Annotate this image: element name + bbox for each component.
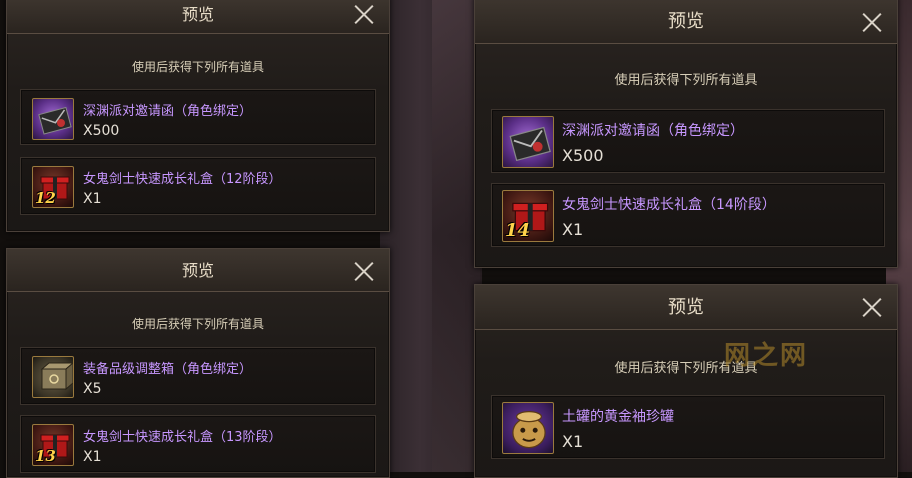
tier-label: 14 [505, 220, 531, 241]
item-quantity: X1 [562, 220, 584, 239]
preview-dialog: 预览 使用后获得下列所有道具 深渊派对邀请函（角色绑定） X500 14 女鬼剑… [474, 0, 898, 268]
tier-label: 12 [35, 189, 56, 207]
close-icon[interactable] [861, 11, 883, 33]
dialog-subtitle: 使用后获得下列所有道具 [131, 60, 264, 74]
tier-label: 13 [35, 447, 56, 465]
reward-item[interactable]: 12 女鬼剑士快速成长礼盒（12阶段） X1 [20, 157, 376, 215]
reward-item[interactable]: 深渊派对邀请函（角色绑定） X500 [491, 109, 885, 173]
preview-dialog: 预览 使用后获得下列所有道具 深渊派对邀请函（角色绑定） X500 12 女鬼剑… [6, 0, 390, 232]
invitation-icon [509, 126, 551, 162]
dialog-header: 预览 [7, 0, 389, 34]
item-name: 深渊派对邀请函（角色绑定） [83, 104, 253, 119]
golden-jar-icon [512, 411, 546, 449]
item-quantity: X1 [83, 449, 102, 465]
equipment-box-icon [32, 356, 74, 398]
gift-box-icon: 12 [32, 166, 74, 208]
item-quantity: X500 [83, 123, 120, 139]
invitation-icon [502, 116, 554, 168]
gift-box-icon: 14 [502, 190, 554, 242]
watermark: 网之网 [724, 341, 809, 371]
invitation-icon [38, 106, 72, 135]
dialog-title: 预览 [181, 261, 214, 280]
item-name: 女鬼剑士快速成长礼盒（13阶段） [83, 430, 282, 445]
dialog-title: 预览 [668, 11, 704, 32]
item-name: 装备品级调整箱（角色绑定） [83, 362, 253, 377]
close-icon[interactable] [353, 3, 375, 25]
preview-dialog: 预览 使用后获得下列所有道具 装备品级调整箱（角色绑定） X5 13 女鬼剑士快… [6, 248, 390, 478]
close-icon[interactable] [353, 260, 375, 282]
gift-box-icon: 13 [32, 424, 74, 466]
item-quantity: X1 [562, 432, 584, 451]
dialog-subtitle: 使用后获得下列所有道具 [131, 317, 264, 331]
item-name: 女鬼剑士快速成长礼盒（12阶段） [83, 172, 282, 187]
golden-jar-icon [502, 402, 554, 454]
dialog-title: 预览 [668, 297, 704, 318]
item-quantity: X1 [83, 191, 102, 207]
reward-item[interactable]: 14 女鬼剑士快速成长礼盒（14阶段） X1 [491, 183, 885, 247]
reward-item[interactable]: 土罐的黄金袖珍罐 X1 [491, 395, 885, 459]
equipment-box-icon [40, 362, 73, 391]
item-quantity: X500 [562, 146, 604, 165]
reward-item[interactable]: 深渊派对邀请函（角色绑定） X500 [20, 89, 376, 145]
dialog-subtitle: 使用后获得下列所有道具 [614, 73, 758, 88]
item-name: 深渊派对邀请函（角色绑定） [562, 123, 744, 139]
item-name: 女鬼剑士快速成长礼盒（14阶段） [562, 197, 776, 213]
dialog-header: 预览 [475, 285, 897, 330]
reward-item[interactable]: 装备品级调整箱（角色绑定） X5 [20, 347, 376, 405]
item-name: 土罐的黄金袖珍罐 [562, 409, 674, 425]
dialog-header: 预览 [7, 249, 389, 292]
preview-dialog: 预览 使用后获得下列所有道具 土罐的黄金袖珍罐 X1 [474, 284, 898, 478]
dialog-subtitle: 使用后获得下列所有道具 [614, 361, 758, 376]
dialog-title: 预览 [181, 5, 214, 24]
dialog-header: 预览 [475, 0, 897, 44]
close-icon[interactable] [861, 296, 883, 318]
item-quantity: X5 [83, 381, 102, 397]
invitation-icon [32, 98, 74, 140]
reward-item[interactable]: 13 女鬼剑士快速成长礼盒（13阶段） X1 [20, 415, 376, 473]
